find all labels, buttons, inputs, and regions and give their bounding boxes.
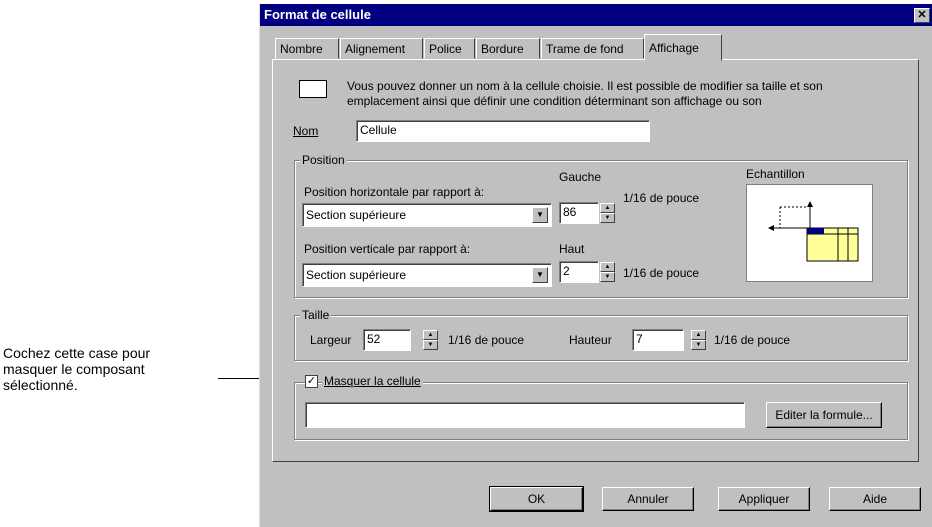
cancel-button[interactable]: Annuler: [602, 487, 694, 511]
position-sample-preview: [746, 184, 873, 282]
spin-down-icon[interactable]: ▼: [600, 213, 615, 223]
tab-trame-de-fond[interactable]: Trame de fond: [541, 38, 644, 59]
tab-bordure[interactable]: Bordure: [476, 38, 540, 59]
edit-formula-button[interactable]: Editer la formule...: [766, 402, 882, 428]
dialog-title: Format de cellule: [264, 7, 371, 22]
left-unit-label: 1/16 de pouce: [623, 191, 700, 205]
callout-line-2: masquer le composant: [3, 361, 145, 377]
callout-line-3: sélectionné.: [3, 377, 78, 393]
callout-text: Cochez cette case pour masquer le compos…: [3, 345, 233, 393]
hide-cell-label[interactable]: Masquer la cellule: [322, 374, 423, 388]
name-input[interactable]: Cellule: [356, 120, 650, 142]
tab-affichage[interactable]: Affichage: [644, 34, 722, 61]
position-group-title: Position: [300, 153, 347, 167]
left-offset-spinner[interactable]: ▲ ▼: [600, 203, 615, 223]
left-label: Gauche: [559, 170, 602, 184]
cell-sample-box: [299, 80, 327, 98]
chevron-down-icon[interactable]: ▼: [532, 267, 548, 283]
chevron-down-icon[interactable]: ▼: [532, 207, 548, 223]
width-spinner[interactable]: ▲ ▼: [423, 330, 438, 350]
spin-up-icon[interactable]: ▲: [691, 330, 706, 340]
spin-down-icon[interactable]: ▼: [691, 340, 706, 350]
ok-button[interactable]: OK: [489, 486, 584, 512]
horizontal-position-select[interactable]: Section supérieure: [302, 203, 552, 227]
title-bar: Format de cellule ✕: [260, 4, 932, 26]
spin-up-icon[interactable]: ▲: [423, 330, 438, 340]
apply-button[interactable]: Appliquer: [718, 487, 810, 511]
tab-nombre[interactable]: Nombre: [275, 38, 339, 59]
tab-alignement[interactable]: Alignement: [340, 38, 423, 59]
description-text: Vous pouvez donner un nom à la cellule c…: [347, 79, 823, 108]
width-label: Largeur: [310, 333, 352, 347]
height-input[interactable]: 7: [632, 329, 684, 351]
format-cell-dialog: Format de cellule ✕ Nombre Alignement Po…: [259, 4, 932, 527]
hide-cell-checkbox[interactable]: ✓: [305, 375, 318, 388]
left-offset-input[interactable]: 86: [559, 202, 599, 224]
vertical-position-select[interactable]: Section supérieure: [302, 263, 552, 287]
callout-line-1: Cochez cette case pour: [3, 345, 151, 361]
horizontal-position-label: Position horizontale par rapport à:: [304, 185, 485, 199]
spin-down-icon[interactable]: ▼: [600, 272, 615, 282]
width-input[interactable]: 52: [363, 329, 411, 351]
sample-title: Echantillon: [746, 167, 805, 181]
name-label: Nom: [293, 124, 319, 138]
tab-police[interactable]: Police: [424, 38, 475, 59]
vertical-position-label: Position verticale par rapport à:: [304, 242, 471, 256]
close-icon[interactable]: ✕: [914, 8, 930, 23]
top-offset-input[interactable]: 2: [559, 261, 599, 283]
position-preview-icon: [768, 201, 859, 262]
formula-input[interactable]: [305, 402, 745, 428]
height-unit-label: 1/16 de pouce: [714, 333, 791, 347]
size-group-title: Taille: [300, 308, 332, 322]
width-unit-label: 1/16 de pouce: [448, 333, 525, 347]
height-label: Hauteur: [569, 333, 612, 347]
spin-down-icon[interactable]: ▼: [423, 340, 438, 350]
spin-up-icon[interactable]: ▲: [600, 262, 615, 272]
spin-up-icon[interactable]: ▲: [600, 203, 615, 213]
help-button[interactable]: Aide: [829, 487, 921, 511]
height-spinner[interactable]: ▲ ▼: [691, 330, 706, 350]
top-label: Haut: [559, 242, 585, 256]
top-unit-label: 1/16 de pouce: [623, 266, 700, 280]
top-offset-spinner[interactable]: ▲ ▼: [600, 262, 615, 282]
